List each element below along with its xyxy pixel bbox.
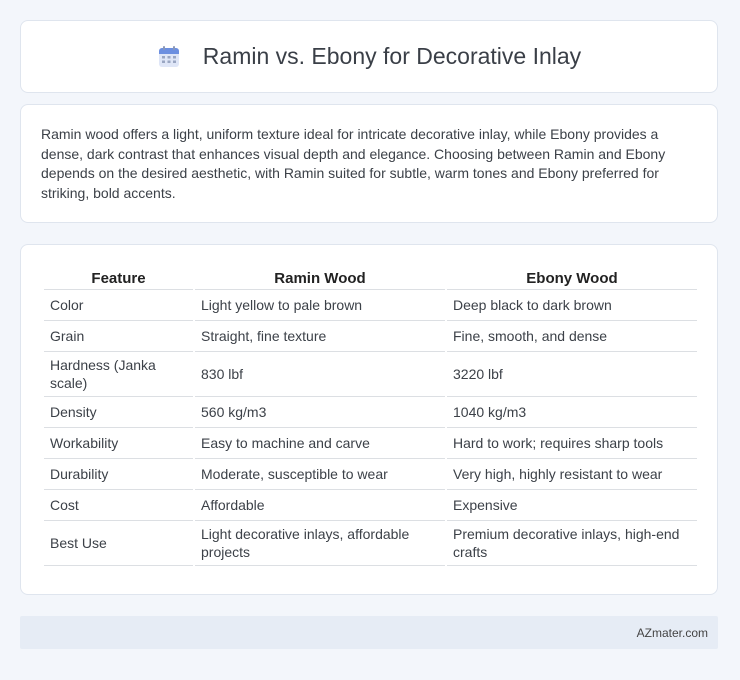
feature-cell: Density xyxy=(44,397,193,428)
footer-brand: AZmater.com xyxy=(636,625,708,640)
header-ebony: Ebony Wood xyxy=(447,267,697,290)
ebony-cell: Expensive xyxy=(447,490,697,521)
calendar-icon xyxy=(158,45,179,67)
table-header-row: Feature Ramin Wood Ebony Wood xyxy=(44,267,697,290)
table-row: Durability Moderate, susceptible to wear… xyxy=(44,459,697,490)
table-row: Hardness (Janka scale) 830 lbf 3220 lbf xyxy=(44,352,697,397)
intro-card: Ramin wood offers a light, uniform textu… xyxy=(20,104,718,223)
comparison-table: Feature Ramin Wood Ebony Wood Color Ligh… xyxy=(42,267,699,566)
table-row: Workability Easy to machine and carve Ha… xyxy=(44,428,697,459)
feature-cell: Grain xyxy=(44,321,193,352)
feature-cell: Color xyxy=(44,290,193,321)
header-feature: Feature xyxy=(44,267,193,290)
feature-cell: Cost xyxy=(44,490,193,521)
ebony-cell: Very high, highly resistant to wear xyxy=(447,459,697,490)
ebony-cell: 1040 kg/m3 xyxy=(447,397,697,428)
ramin-cell: Moderate, susceptible to wear xyxy=(195,459,445,490)
table-row: Density 560 kg/m3 1040 kg/m3 xyxy=(44,397,697,428)
ramin-cell: Straight, fine texture xyxy=(195,321,445,352)
ramin-cell: Light yellow to pale brown xyxy=(195,290,445,321)
feature-cell: Hardness (Janka scale) xyxy=(44,352,193,397)
title-wrap: Ramin vs. Ebony for Decorative Inlay xyxy=(157,43,581,70)
ramin-cell: 830 lbf xyxy=(195,352,445,397)
footer-bar: AZmater.com xyxy=(20,616,718,649)
ramin-cell: Easy to machine and carve xyxy=(195,428,445,459)
ebony-cell: Hard to work; requires sharp tools xyxy=(447,428,697,459)
page-title: Ramin vs. Ebony for Decorative Inlay xyxy=(202,43,582,69)
table-row: Best Use Light decorative inlays, afford… xyxy=(44,521,697,566)
table-row: Color Light yellow to pale brown Deep bl… xyxy=(44,290,697,321)
ebony-cell: 3220 lbf xyxy=(447,352,697,397)
ramin-cell: Light decorative inlays, affordable proj… xyxy=(195,521,445,566)
ebony-cell: Deep black to dark brown xyxy=(447,290,697,321)
header-ramin: Ramin Wood xyxy=(195,267,445,290)
feature-cell: Best Use xyxy=(44,521,193,566)
feature-cell: Workability xyxy=(44,428,193,459)
table-row: Grain Straight, fine texture Fine, smoot… xyxy=(44,321,697,352)
title-card: Ramin vs. Ebony for Decorative Inlay xyxy=(20,20,718,93)
ramin-cell: Affordable xyxy=(195,490,445,521)
intro-paragraph: Ramin wood offers a light, uniform textu… xyxy=(41,126,666,201)
ebony-cell: Fine, smooth, and dense xyxy=(447,321,697,352)
table-row: Cost Affordable Expensive xyxy=(44,490,697,521)
ebony-cell: Premium decorative inlays, high-end craf… xyxy=(447,521,697,566)
table-card: Feature Ramin Wood Ebony Wood Color Ligh… xyxy=(20,244,718,595)
ramin-cell: 560 kg/m3 xyxy=(195,397,445,428)
feature-cell: Durability xyxy=(44,459,193,490)
